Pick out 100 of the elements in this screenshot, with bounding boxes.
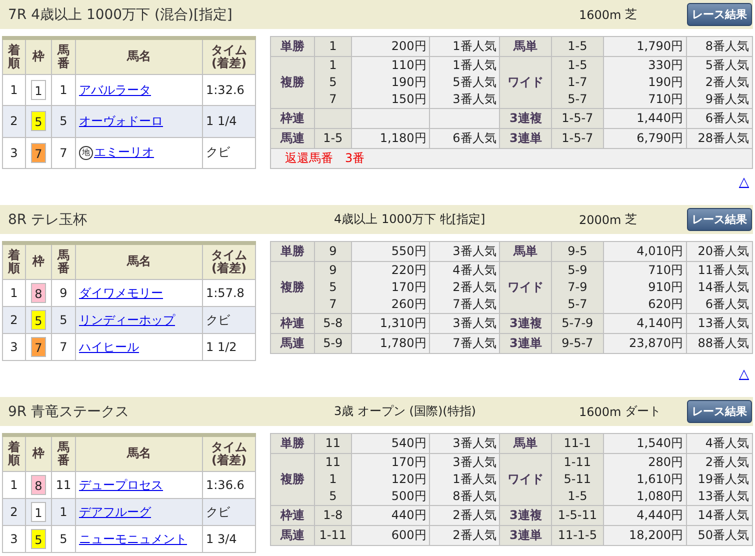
column-header: 枠 (26, 38, 52, 74)
combination-text: 9-5 (566, 243, 588, 260)
race-distance: 2000m (579, 212, 619, 226)
popularity-rank: 4番人気 (452, 262, 496, 279)
combination-text: 5-9 (566, 262, 588, 279)
combination-text: 1 (328, 38, 338, 55)
popularity-rank: 13番人気 (696, 315, 749, 332)
combination-text: 9 (328, 243, 338, 260)
race-title: 9R 青竜ステークス (7, 402, 130, 420)
horse-number-cell: 1 (52, 498, 76, 526)
combination-text: 1-5 (322, 130, 344, 147)
local-horse-badge: 地 (79, 146, 93, 160)
horse-number-cell: 7 (52, 137, 76, 168)
horse-number-cell: 5 (52, 306, 76, 334)
combination-text: 1-5 (566, 488, 588, 505)
payout-amount: 170円 (390, 279, 426, 296)
back-to-top-link[interactable]: △ (739, 367, 749, 382)
popularity-rank: 14番人気 (696, 279, 749, 296)
bet-type-label: 3連複 (500, 314, 552, 334)
time-cell: 1 1/4 (202, 106, 256, 138)
bet-type-label: 馬単 (500, 242, 552, 262)
bet-type-label: 馬連 (270, 526, 314, 546)
bet-type-label: 馬連 (270, 128, 314, 148)
bet-type-label: 枠連 (270, 506, 314, 526)
rank-cell: 3 (2, 334, 26, 360)
popularity-rank: 6番人気 (704, 110, 749, 127)
payout-amount: 910円 (647, 279, 683, 296)
rank-cell: 2 (2, 106, 26, 138)
rank-cell: 3 (2, 526, 26, 552)
bet-type-label: 3連単 (500, 526, 552, 546)
column-header: 馬名 (76, 38, 202, 74)
bet-type-label: 枠連 (270, 314, 314, 334)
combination-text: 1 (328, 471, 338, 488)
frame-number-badge: 8 (31, 475, 46, 495)
payout-amount: 620円 (647, 296, 683, 313)
combination-text: 5 (328, 74, 338, 91)
popularity-rank: 2番人気 (452, 507, 496, 524)
popularity-rank: 50番人気 (696, 527, 749, 544)
bet-type-label: 単勝 (270, 242, 314, 262)
frame-number-badge: 1 (31, 502, 46, 522)
frame-number-badge: 1 (31, 80, 46, 100)
popularity-rank: 3番人気 (452, 243, 496, 260)
bet-type-label: 馬単 (500, 434, 552, 454)
combination-text: 1-5-7 (560, 110, 594, 127)
frame-number-badge: 7 (31, 337, 46, 357)
time-cell: クビ (202, 498, 256, 526)
popularity-rank: 1番人気 (452, 38, 496, 55)
bet-type-label: ワイド (500, 262, 552, 314)
payout-amount: 18,200円 (628, 527, 683, 544)
payout-amount: 4,010円 (636, 243, 683, 260)
combination-text: 5 (328, 279, 338, 296)
combination-text: 7 (328, 296, 338, 313)
combination-text: 1 (328, 57, 338, 74)
combination-text: 7-9 (566, 279, 588, 296)
payout-amount: 150円 (390, 91, 426, 108)
bet-type-label: 単勝 (270, 36, 314, 56)
payout-amount: 260円 (390, 296, 426, 313)
race-result-button[interactable]: レース結果 (687, 400, 752, 423)
bet-type-label: 単勝 (270, 434, 314, 454)
column-header: 着順 (2, 243, 26, 280)
combination-text: 5-9 (322, 335, 344, 352)
payout-amount: 500円 (390, 488, 426, 505)
bet-type-label: 複勝 (270, 262, 314, 314)
combination-text: 11-1-5 (556, 527, 598, 544)
bet-type-label: 複勝 (270, 56, 314, 108)
column-header: 着順 (2, 38, 26, 74)
horse-number-cell: 5 (52, 526, 76, 552)
payout-amount: 120円 (390, 471, 426, 488)
rank-cell: 2 (2, 306, 26, 334)
combination-text: 7 (328, 91, 338, 108)
bet-type-label: 枠連 (270, 108, 314, 128)
combination-text: 11 (324, 454, 342, 471)
popularity-rank: 6番人気 (452, 130, 496, 147)
payout-amount: 1,610円 (636, 471, 683, 488)
payout-amount: 4,440円 (636, 507, 683, 524)
payout-amount: 600円 (390, 527, 426, 544)
payout-amount: 190円 (647, 74, 683, 91)
payout-amount: 4,140円 (636, 315, 683, 332)
combination-text: 5-7-9 (560, 315, 594, 332)
bet-type-label: 馬単 (500, 36, 552, 56)
race-result-button[interactable]: レース結果 (687, 208, 752, 231)
horse-number-cell: 7 (52, 334, 76, 360)
time-cell: 1 3/4 (202, 526, 256, 552)
column-header: 馬番 (52, 243, 76, 280)
refund-note: 返還馬番 3番 (285, 151, 365, 165)
popularity-rank: 4番人気 (704, 435, 749, 452)
payout-amount: 1,780円 (378, 335, 426, 352)
race-result-button[interactable]: レース結果 (687, 3, 752, 26)
payout-amount: 540円 (390, 435, 426, 452)
popularity-rank: 3番人気 (452, 91, 496, 108)
race-title: 8R テレ玉杯 (7, 210, 88, 228)
horse-name-link[interactable]: エミーリオ (94, 145, 154, 160)
payout-amount: 23,870円 (628, 335, 683, 352)
back-to-top-link[interactable]: △ (739, 175, 749, 190)
payout-amount: 440円 (390, 507, 426, 524)
bet-type-label: 3連単 (500, 128, 552, 148)
popularity-rank: 88番人気 (696, 335, 749, 352)
race-distance: 1600m (579, 8, 619, 22)
rank-cell: 3 (2, 137, 26, 168)
column-header: 着順 (2, 435, 26, 472)
